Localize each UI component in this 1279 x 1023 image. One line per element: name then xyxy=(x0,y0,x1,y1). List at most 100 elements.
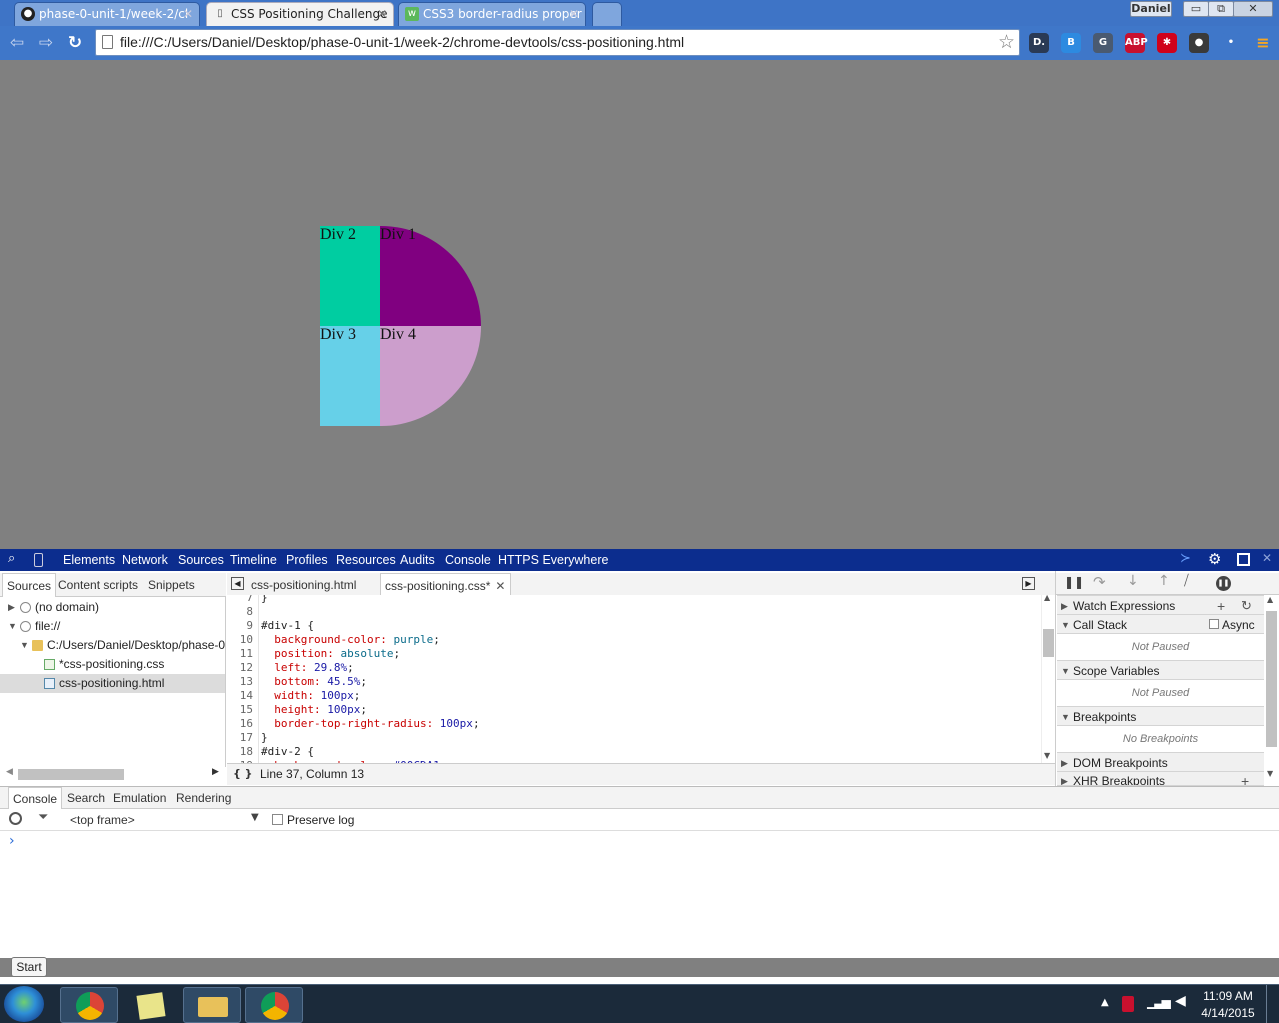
tree-item[interactable]: *css-positioning.css xyxy=(0,655,225,674)
device-mode-icon[interactable] xyxy=(34,553,43,567)
tab-rendering[interactable]: Rendering xyxy=(172,787,235,809)
code-editor[interactable]: 7} 8 9 #div-1 {10 background-color: purple;… xyxy=(227,595,1041,763)
scroll-up-icon[interactable]: ▲ xyxy=(1044,593,1050,602)
code-line[interactable]: background-color: purple; xyxy=(261,633,440,647)
tab-border-radius[interactable]: w CSS3 border-radius proper ✕ xyxy=(398,2,586,26)
step-into-icon[interactable]: ↓ xyxy=(1127,573,1139,589)
security-tray-icon[interactable] xyxy=(1122,996,1134,1012)
code-line[interactable]: left: 29.8%; xyxy=(261,661,354,675)
tab-search[interactable]: Search xyxy=(63,787,109,809)
reload-icon[interactable]: ↻ xyxy=(65,33,85,53)
code-line[interactable]: } xyxy=(261,595,268,605)
async-checkbox[interactable] xyxy=(1209,619,1219,629)
close-icon[interactable]: ✕ xyxy=(569,3,579,25)
code-line[interactable]: #div-1 { xyxy=(261,619,314,633)
navigator-scrollbar[interactable]: ◀ ▶ xyxy=(0,767,226,781)
devtools-tab-elements[interactable]: Elements xyxy=(63,549,115,571)
code-line[interactable]: height: 100px; xyxy=(261,703,367,717)
xhr-breakpoints-header[interactable]: ▶ XHR Breakpoints + xyxy=(1057,771,1264,786)
breakpoints-header[interactable]: ▼ Breakpoints xyxy=(1057,706,1264,726)
back-icon[interactable]: ⇦ xyxy=(7,33,27,53)
devtools-tab-sources[interactable]: Sources xyxy=(178,549,224,571)
extension-dot-icon[interactable]: • xyxy=(1221,33,1241,53)
dock-icon[interactable] xyxy=(1237,553,1250,566)
tab-snippets[interactable]: Snippets xyxy=(144,573,199,597)
restore-button[interactable]: ⧉ xyxy=(1208,1,1234,17)
extension-dark-icon[interactable]: ● xyxy=(1189,33,1209,53)
call-stack-header[interactable]: ▼ Call Stack Async xyxy=(1057,614,1264,634)
devtools-tab-console[interactable]: Console xyxy=(445,549,491,571)
devtools-tab-https-everywhere[interactable]: HTTPS Everywhere xyxy=(498,549,608,571)
scroll-up-icon[interactable]: ▲ xyxy=(1267,595,1273,604)
clear-console-icon[interactable] xyxy=(9,812,22,825)
tab-console[interactable]: Console xyxy=(8,787,63,809)
scroll-thumb[interactable] xyxy=(1043,629,1054,657)
tab-sources[interactable]: Sources xyxy=(2,573,57,597)
adblock-icon[interactable]: ABP xyxy=(1125,33,1148,53)
scroll-right-icon[interactable]: ▶ xyxy=(212,767,219,777)
editor-scrollbar[interactable]: ▲ ▼ xyxy=(1041,593,1055,763)
step-over-icon[interactable]: ↷ xyxy=(1093,573,1106,591)
preserve-log-checkbox[interactable] xyxy=(272,814,283,825)
frame-select[interactable]: <top frame> xyxy=(70,813,135,827)
chrome-icon[interactable] xyxy=(60,987,118,1023)
code-line[interactable]: width: 100px; xyxy=(261,689,360,703)
scroll-left-icon[interactable]: ◀ xyxy=(6,767,13,777)
scroll-thumb[interactable] xyxy=(18,769,124,780)
tab-content-scripts[interactable]: Content scripts xyxy=(54,573,142,597)
code-line[interactable]: bottom: 45.5%; xyxy=(261,675,367,689)
tab-github[interactable]: ● phase-0-unit-1/week-2/cl ✕ xyxy=(14,2,200,26)
extension-b-icon[interactable]: B xyxy=(1061,33,1081,53)
pretty-print-icon[interactable]: { } xyxy=(233,767,253,780)
tree-item[interactable]: css-positioning.html xyxy=(0,674,225,693)
forward-icon[interactable]: ⇨ xyxy=(36,33,56,53)
scope-variables-header[interactable]: ▼ Scope Variables xyxy=(1057,660,1264,680)
volume-icon[interactable]: ◀ xyxy=(1175,993,1186,1009)
chrome-menu-icon[interactable]: ≡ xyxy=(1253,33,1273,53)
code-line[interactable]: position: absolute; xyxy=(261,647,400,661)
bookmark-star-icon[interactable]: ☆ xyxy=(998,31,1015,53)
devtools-tab-audits[interactable]: Audits xyxy=(400,549,435,571)
new-tab-button[interactable] xyxy=(592,2,622,26)
console-prompt[interactable]: › xyxy=(9,833,15,849)
chevron-down-icon[interactable]: ▼ xyxy=(251,812,259,823)
scroll-thumb[interactable] xyxy=(1266,611,1277,747)
devtools-tab-timeline[interactable]: Timeline xyxy=(230,549,277,571)
sidebar-scrollbar[interactable]: ▲ ▼ xyxy=(1265,595,1279,785)
code-line[interactable]: } xyxy=(261,731,268,745)
network-icon[interactable]: ▁▃▅ xyxy=(1147,995,1171,1009)
tab-emulation[interactable]: Emulation xyxy=(109,787,170,809)
refresh-icon[interactable]: ↻ xyxy=(1241,596,1252,616)
add-icon[interactable]: + xyxy=(1217,596,1225,616)
code-line[interactable]: #div-2 { xyxy=(261,745,314,759)
extension-d-icon[interactable]: D. xyxy=(1029,33,1049,53)
lastpass-icon[interactable]: ✱ xyxy=(1157,33,1177,53)
filter-icon[interactable]: ⏷ xyxy=(38,810,48,825)
ghostery-icon[interactable]: G xyxy=(1093,33,1113,53)
scroll-down-icon[interactable]: ▼ xyxy=(1044,751,1050,760)
tab-css-positioning[interactable]: ▯ CSS Positioning Challenge ✕ xyxy=(206,2,394,26)
settings-gear-icon[interactable]: ⚙ xyxy=(1208,550,1221,568)
step-out-icon[interactable]: ↑ xyxy=(1158,573,1170,589)
tree-item[interactable]: ▶ (no domain) xyxy=(0,598,225,617)
add-icon[interactable]: + xyxy=(1241,772,1249,785)
close-devtools-icon[interactable]: ✕ xyxy=(1262,551,1272,565)
scroll-down-icon[interactable]: ▼ xyxy=(1267,769,1273,778)
pause-on-exceptions-icon[interactable]: ❚❚ xyxy=(1216,576,1231,591)
pause-icon[interactable]: ❚❚ xyxy=(1064,575,1084,589)
toggle-debugger-icon[interactable]: ▶ xyxy=(1022,577,1035,590)
dom-breakpoints-header[interactable]: ▶ DOM Breakpoints xyxy=(1057,752,1264,772)
show-hidden-icons[interactable]: ▲ xyxy=(1101,997,1109,1008)
close-window-button[interactable]: ✕ xyxy=(1233,1,1273,17)
disclosure-icon[interactable]: ▶ xyxy=(8,598,15,617)
url-text[interactable]: file:///C:/Users/Daniel/Desktop/phase-0-… xyxy=(120,30,684,55)
close-icon[interactable]: ✕ xyxy=(183,3,193,25)
inspect-search-icon[interactable]: ⌕ xyxy=(8,551,15,566)
windows-start-icon[interactable] xyxy=(4,986,44,1022)
address-bar[interactable]: file:///C:/Users/Daniel/Desktop/phase-0-… xyxy=(95,29,1020,56)
disclosure-icon[interactable]: ▼ xyxy=(20,636,29,655)
close-icon[interactable]: ✕ xyxy=(377,3,387,25)
tree-item[interactable]: ▼ C:/Users/Daniel/Desktop/phase-0 xyxy=(0,636,225,655)
code-line[interactable]: border-top-right-radius: 100px; xyxy=(261,717,479,731)
clock-time[interactable]: 11:09 AM xyxy=(1198,989,1258,1003)
